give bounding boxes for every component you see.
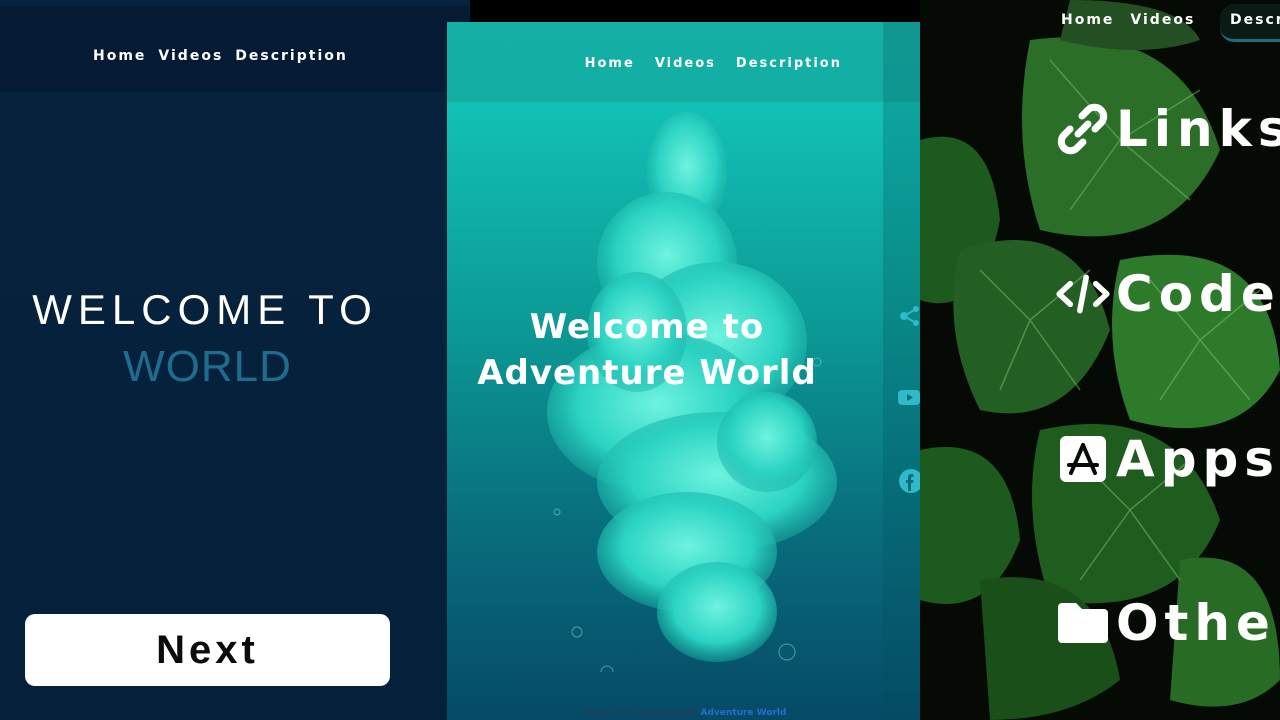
nav-home[interactable]: Home <box>1061 12 1114 28</box>
menu-other-label: Other <box>1116 594 1280 652</box>
welcome-heading: WELCOME TO <box>32 286 378 333</box>
middle-nav: Home Videos Description <box>585 56 842 71</box>
menu-code[interactable]: Code <box>1056 265 1280 323</box>
middle-panel: Home Videos Description Welcome to Adven… <box>447 22 920 720</box>
menu-apps-label: Apps <box>1116 430 1280 488</box>
welcome-heading: Welcome to Adventure World <box>447 304 847 396</box>
folder-icon <box>1056 596 1110 650</box>
nav-home[interactable]: Home <box>93 48 146 64</box>
nav-videos[interactable]: Videos <box>158 48 223 64</box>
menu-links[interactable]: Links <box>1056 100 1280 158</box>
menu-apps[interactable]: Apps <box>1056 430 1280 488</box>
menu-other[interactable]: Other <box>1056 594 1280 652</box>
right-panel: Home Videos Descr Links Code Apps Other <box>920 0 1280 720</box>
menu-code-label: Code <box>1116 265 1280 323</box>
nav-description-active[interactable]: Descr <box>1220 4 1280 42</box>
nav-home[interactable]: Home <box>585 56 635 71</box>
link-icon <box>1056 102 1110 156</box>
welcome-line-2: Adventure World <box>477 353 817 393</box>
footer-credit: Design And Developed By Adventure World <box>447 708 920 718</box>
left-top-bar: Home Videos Description <box>0 6 470 92</box>
right-nav: Home Videos <box>1061 12 1195 28</box>
left-nav: Home Videos Description <box>93 48 348 64</box>
nav-description-label: Descr <box>1230 12 1280 28</box>
share-icon[interactable] <box>898 305 920 327</box>
footer-brand-link[interactable]: Adventure World <box>700 708 786 718</box>
app-store-icon <box>1056 432 1110 486</box>
footer-text: Design And Developed By <box>580 708 701 718</box>
nav-videos[interactable]: Videos <box>1130 12 1195 28</box>
nav-description[interactable]: Description <box>235 48 348 64</box>
menu-links-label: Links <box>1116 100 1280 158</box>
social-sidebar <box>883 22 920 720</box>
youtube-icon[interactable] <box>898 386 920 408</box>
left-panel: Home Videos Description WELCOME TO WORLD… <box>0 0 470 720</box>
code-icon <box>1056 267 1110 321</box>
nav-description[interactable]: Description <box>736 56 842 71</box>
world-heading: WORLD <box>123 342 292 391</box>
nav-videos[interactable]: Videos <box>655 56 716 71</box>
next-button[interactable]: Next <box>25 614 390 686</box>
middle-top-bar: Home Videos Description <box>447 22 920 102</box>
welcome-line-1: Welcome to <box>529 307 765 347</box>
facebook-icon[interactable] <box>898 468 920 493</box>
